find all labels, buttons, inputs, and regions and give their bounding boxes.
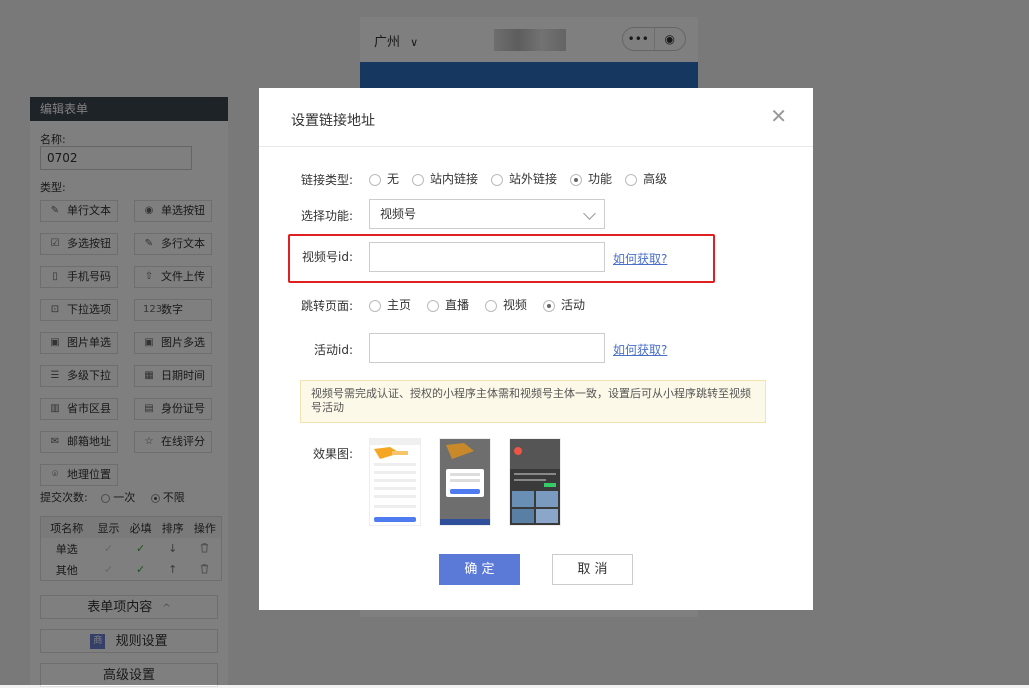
chevron-down-icon xyxy=(583,207,596,220)
radio-icon xyxy=(625,173,638,186)
preview-image xyxy=(439,438,491,526)
activity-id-input[interactable] xyxy=(369,333,605,363)
link-type-label: 链接类型: xyxy=(300,173,353,187)
cancel-button[interactable]: 取 消 xyxy=(552,554,633,585)
how-to-get-channel-id-link[interactable]: 如何获取? xyxy=(613,250,667,267)
function-select[interactable]: 视频号 xyxy=(369,199,605,229)
radio-icon xyxy=(485,299,498,312)
radio-selected-icon xyxy=(570,173,583,186)
jump-page-option-label: 主页 xyxy=(387,298,412,312)
link-type-option[interactable]: 站外链接 xyxy=(491,170,557,187)
jump-page-option-label: 视频 xyxy=(503,298,528,312)
radio-selected-icon xyxy=(543,299,556,312)
link-type-option-label: 功能 xyxy=(588,172,613,186)
link-type-option-label: 站外链接 xyxy=(509,172,558,186)
divider xyxy=(259,146,813,147)
confirm-button[interactable]: 确 定 xyxy=(439,554,520,585)
link-type-radio-group: 无 站内链接 站外链接 功能 高级 xyxy=(369,170,680,187)
radio-icon xyxy=(412,173,425,186)
link-type-option[interactable]: 高级 xyxy=(625,170,667,187)
link-type-option[interactable]: 站内链接 xyxy=(412,170,478,187)
dialog-title: 设置链接地址 xyxy=(291,113,375,129)
link-type-option[interactable]: 功能 xyxy=(570,170,612,187)
link-type-option-label: 无 xyxy=(387,172,400,186)
how-to-get-activity-id-link[interactable]: 如何获取? xyxy=(613,341,667,358)
notice-box: 视频号需完成认证、授权的小程序主体需和视频号主体一致，设置后可从小程序跳转至视频… xyxy=(300,380,766,423)
function-label: 选择功能: xyxy=(300,209,353,223)
jump-page-option[interactable]: 直播 xyxy=(427,296,469,313)
close-icon[interactable]: ✕ xyxy=(770,106,787,126)
link-settings-dialog: 设置链接地址 ✕ 链接类型: 无 站内链接 站外链接 功能 高级 选择功能: 视频号 视… xyxy=(259,88,813,610)
link-type-option-label: 站内链接 xyxy=(430,172,479,186)
radio-icon xyxy=(369,173,381,186)
activity-id-label: 活动id: xyxy=(314,343,353,357)
jump-page-option[interactable]: 活动 xyxy=(543,296,585,313)
jump-page-label: 跳转页面: xyxy=(300,299,353,313)
jump-page-radio-group: 主页 直播 视频 活动 xyxy=(369,296,601,313)
radio-icon xyxy=(369,299,381,312)
jump-page-option[interactable]: 视频 xyxy=(485,296,527,313)
link-type-option[interactable]: 无 xyxy=(369,170,399,187)
jump-page-option-label: 活动 xyxy=(561,298,586,312)
jump-page-option[interactable]: 主页 xyxy=(369,296,411,313)
channel-id-label: 视频号id: xyxy=(302,250,353,264)
jump-page-option-label: 直播 xyxy=(445,298,470,312)
radio-icon xyxy=(491,173,504,186)
radio-icon xyxy=(427,299,440,312)
preview-image xyxy=(509,438,561,526)
preview-image xyxy=(369,438,421,526)
channel-id-input[interactable] xyxy=(369,242,605,272)
link-type-option-label: 高级 xyxy=(643,172,668,186)
preview-label: 效果图: xyxy=(312,447,353,461)
